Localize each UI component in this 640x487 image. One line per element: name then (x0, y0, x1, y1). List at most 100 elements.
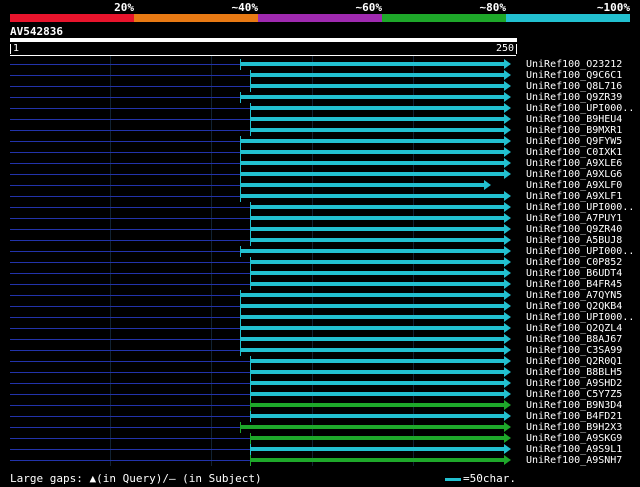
hit-row[interactable]: UniRef100_A9SHD2 (0, 378, 640, 389)
hit-label[interactable]: UniRef100_B9H2X3 (526, 422, 622, 433)
hit-bar[interactable] (250, 436, 504, 440)
hit-label[interactable]: UniRef100_A9SNH7 (526, 455, 622, 466)
hit-label[interactable]: UniRef100_A9SKG9 (526, 433, 622, 444)
hit-row[interactable]: UniRef100_B6UDT4 (0, 268, 640, 279)
hit-row[interactable]: UniRef100_Q8L716 (0, 81, 640, 92)
hit-row[interactable]: UniRef100_A9XLG6 (0, 169, 640, 180)
hit-row[interactable]: UniRef100_Q9ZR39 (0, 92, 640, 103)
hit-row[interactable]: UniRef100_B9HEU4 (0, 114, 640, 125)
hit-bar[interactable] (240, 315, 504, 319)
hit-label[interactable]: UniRef100_A9XLF1 (526, 191, 622, 202)
hit-bar[interactable] (240, 62, 504, 66)
hit-row[interactable]: UniRef100_B9MXR1 (0, 125, 640, 136)
hit-label[interactable]: UniRef100_B4FD21 (526, 411, 622, 422)
hit-bar[interactable] (240, 172, 504, 176)
hit-bar[interactable] (240, 150, 504, 154)
hit-row[interactable]: UniRef100_A9XLF1 (0, 191, 640, 202)
hit-bar[interactable] (250, 106, 504, 110)
hit-bar[interactable] (250, 73, 504, 77)
hit-row[interactable]: UniRef100_Q2R0Q1 (0, 356, 640, 367)
hit-row[interactable]: UniRef100_B4FR45 (0, 279, 640, 290)
hit-label[interactable]: UniRef100_O23212 (526, 59, 622, 70)
hit-row[interactable]: UniRef100_B8BLH5 (0, 367, 640, 378)
hit-label[interactable]: UniRef100_Q9FYW5 (526, 136, 622, 147)
hit-row[interactable]: UniRef100_Q9FYW5 (0, 136, 640, 147)
hit-bar[interactable] (240, 425, 504, 429)
hit-label[interactable]: UniRef100_B9MXR1 (526, 125, 622, 136)
hit-row[interactable]: UniRef100_UPI000.. (0, 202, 640, 213)
hit-label[interactable]: UniRef100_Q2R0Q1 (526, 356, 622, 367)
hit-row[interactable]: UniRef100_C5Y7Z5 (0, 389, 640, 400)
hit-row[interactable]: UniRef100_B9H2X3 (0, 422, 640, 433)
hit-label[interactable]: UniRef100_Q9C6C1 (526, 70, 622, 81)
hit-row[interactable]: UniRef100_A9SKG9 (0, 433, 640, 444)
hit-bar[interactable] (240, 337, 504, 341)
hit-label[interactable]: UniRef100_C0P852 (526, 257, 622, 268)
hit-bar[interactable] (250, 392, 504, 396)
hit-row[interactable]: UniRef100_C0P852 (0, 257, 640, 268)
hit-row[interactable]: UniRef100_A9S9L1 (0, 444, 640, 455)
hit-bar[interactable] (250, 128, 504, 132)
hit-bar[interactable] (240, 161, 504, 165)
hit-bar[interactable] (240, 139, 504, 143)
hit-label[interactable]: UniRef100_Q9ZR40 (526, 224, 622, 235)
hit-label[interactable]: UniRef100_Q9ZR39 (526, 92, 622, 103)
hit-label[interactable]: UniRef100_B9N3D4 (526, 400, 622, 411)
hit-label[interactable]: UniRef100_B9HEU4 (526, 114, 622, 125)
hit-row[interactable]: UniRef100_B4FD21 (0, 411, 640, 422)
hit-bar[interactable] (250, 414, 504, 418)
hit-bar[interactable] (240, 249, 504, 253)
hit-bar[interactable] (240, 304, 504, 308)
hit-row[interactable]: UniRef100_UPI000.. (0, 103, 640, 114)
hit-label[interactable]: UniRef100_C0IXK1 (526, 147, 622, 158)
hit-bar[interactable] (240, 293, 504, 297)
hit-label[interactable]: UniRef100_UPI000.. (526, 246, 634, 257)
hit-label[interactable]: UniRef100_B8BLH5 (526, 367, 622, 378)
hit-label[interactable]: UniRef100_UPI000.. (526, 103, 634, 114)
hit-row[interactable]: UniRef100_Q9ZR40 (0, 224, 640, 235)
hit-bar[interactable] (250, 381, 504, 385)
hit-row[interactable]: UniRef100_Q9C6C1 (0, 70, 640, 81)
hit-label[interactable]: UniRef100_B4FR45 (526, 279, 622, 290)
hit-row[interactable]: UniRef100_UPI000.. (0, 246, 640, 257)
hit-label[interactable]: UniRef100_C5Y7Z5 (526, 389, 622, 400)
hit-label[interactable]: UniRef100_UPI000.. (526, 312, 634, 323)
hit-label[interactable]: UniRef100_B6UDT4 (526, 268, 622, 279)
hit-bar[interactable] (250, 447, 504, 451)
hit-bar[interactable] (240, 95, 504, 99)
hit-label[interactable]: UniRef100_A9SHD2 (526, 378, 622, 389)
hit-bar[interactable] (250, 227, 504, 231)
hit-bar[interactable] (250, 359, 504, 363)
hit-bar[interactable] (240, 326, 504, 330)
hit-label[interactable]: UniRef100_Q2QZL4 (526, 323, 622, 334)
hit-label[interactable]: UniRef100_Q2QKB4 (526, 301, 622, 312)
hit-row[interactable]: UniRef100_A9SNH7 (0, 455, 640, 466)
hit-label[interactable]: UniRef100_A9XLF0 (526, 180, 622, 191)
hit-bar[interactable] (250, 260, 504, 264)
hit-row[interactable]: UniRef100_A9XLF0 (0, 180, 640, 191)
hit-label[interactable]: UniRef100_UPI000.. (526, 202, 634, 213)
hit-row[interactable]: UniRef100_B9N3D4 (0, 400, 640, 411)
hit-label[interactable]: UniRef100_Q8L716 (526, 81, 622, 92)
hit-bar[interactable] (250, 458, 504, 462)
hit-label[interactable]: UniRef100_A9S9L1 (526, 444, 622, 455)
hit-row[interactable]: UniRef100_O23212 (0, 59, 640, 70)
hit-label[interactable]: UniRef100_A7PUY1 (526, 213, 622, 224)
hit-bar[interactable] (240, 183, 484, 187)
hit-label[interactable]: UniRef100_B8AJ67 (526, 334, 622, 345)
hit-bar[interactable] (250, 271, 504, 275)
hit-row[interactable]: UniRef100_Q2QKB4 (0, 301, 640, 312)
hit-bar[interactable] (250, 117, 504, 121)
hit-bar[interactable] (250, 370, 504, 374)
hit-row[interactable]: UniRef100_A9XLE6 (0, 158, 640, 169)
hit-bar[interactable] (250, 84, 504, 88)
hit-row[interactable]: UniRef100_A7QYN5 (0, 290, 640, 301)
hit-label[interactable]: UniRef100_C3SA99 (526, 345, 622, 356)
hit-label[interactable]: UniRef100_A7QYN5 (526, 290, 622, 301)
hit-row[interactable]: UniRef100_C0IXK1 (0, 147, 640, 158)
hit-bar[interactable] (250, 282, 504, 286)
hit-row[interactable]: UniRef100_C3SA99 (0, 345, 640, 356)
hit-row[interactable]: UniRef100_UPI000.. (0, 312, 640, 323)
hit-label[interactable]: UniRef100_A9XLG6 (526, 169, 622, 180)
hit-bar[interactable] (250, 403, 504, 407)
